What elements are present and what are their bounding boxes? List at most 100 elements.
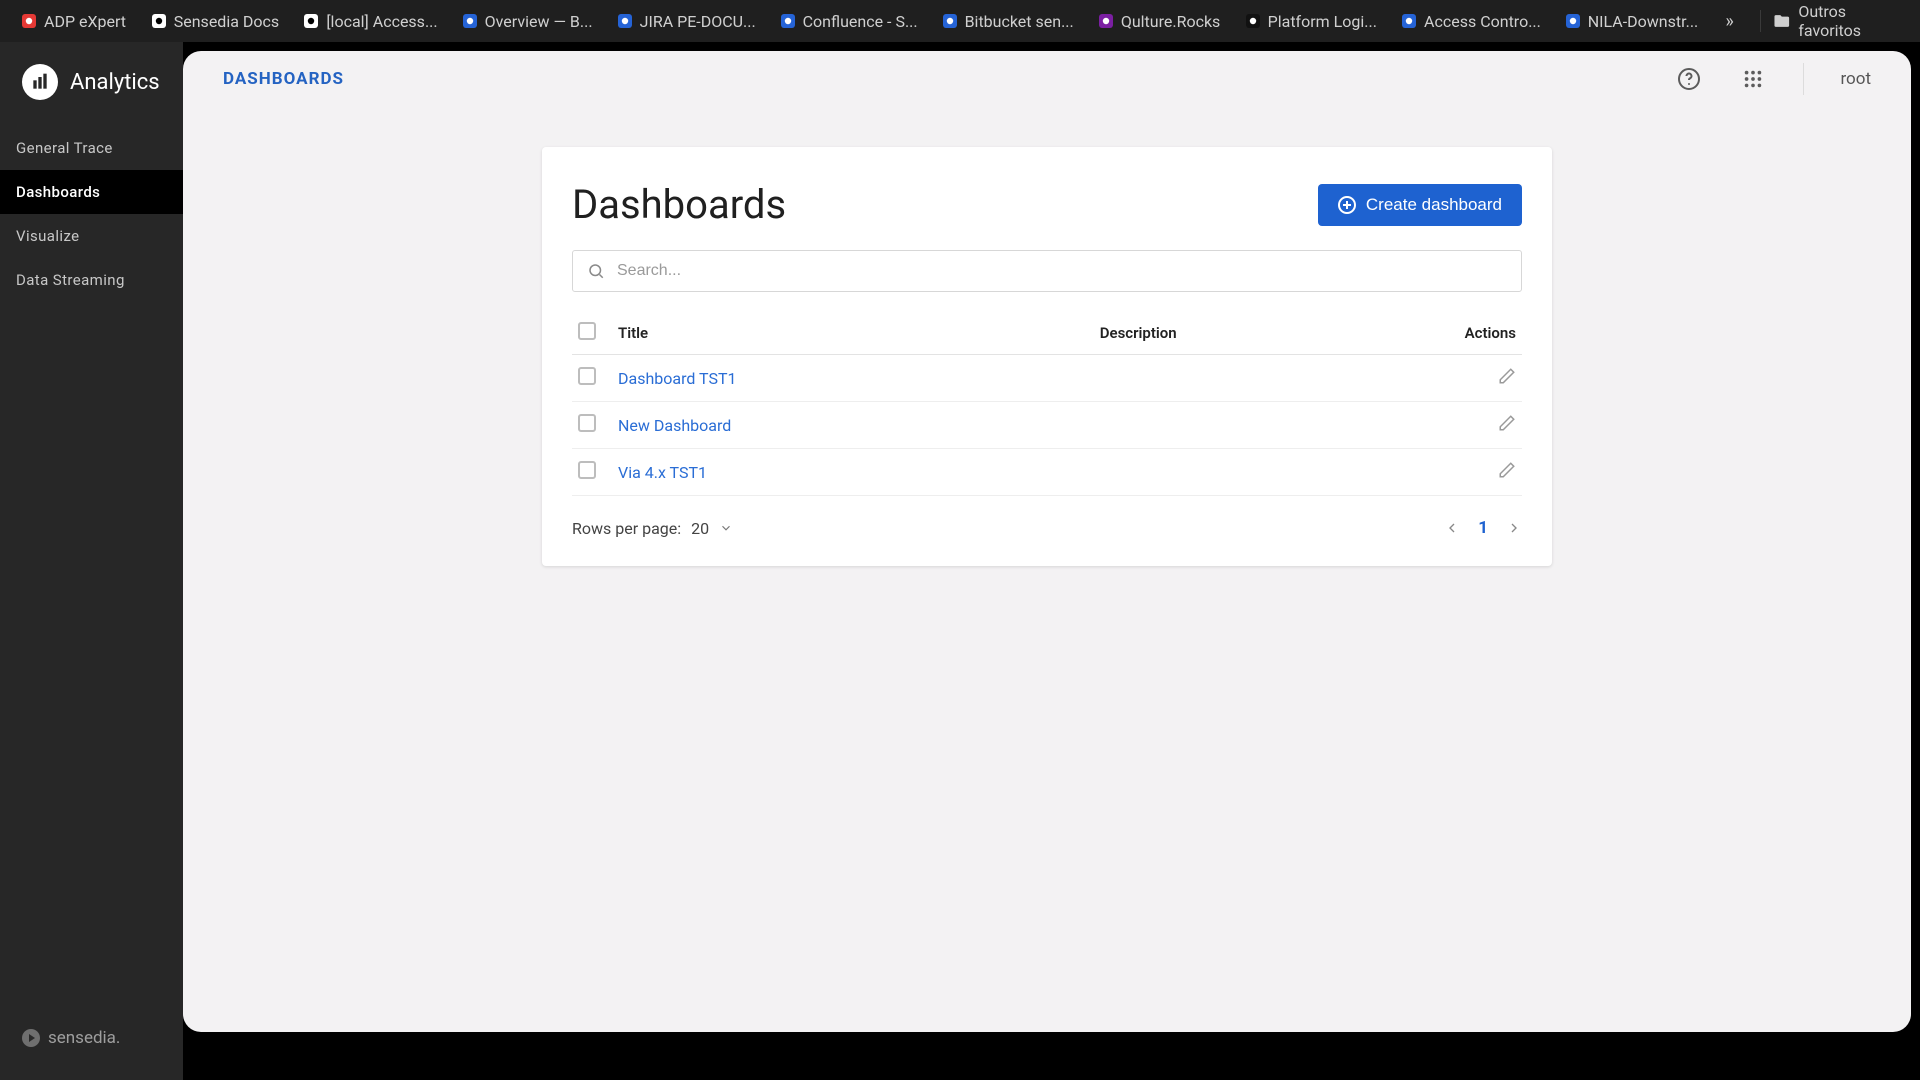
tab-label: JIRA PE-DOCU... (640, 12, 756, 31)
prev-page-button[interactable] (1444, 520, 1460, 536)
browser-tab[interactable]: ADP eXpert (10, 6, 136, 36)
tab-label: [local] Access... (326, 12, 437, 31)
topbar: DASHBOARDS root (183, 51, 1911, 107)
tabs-overflow-button[interactable]: » (1711, 11, 1747, 32)
rows-per-page-label: Rows per page: (572, 519, 681, 538)
tab-favicon-icon (1099, 14, 1113, 28)
rows-per-page-value: 20 (691, 519, 709, 538)
tab-favicon-icon (304, 14, 318, 28)
table-row: New Dashboard (572, 402, 1522, 449)
row-description (1094, 355, 1422, 402)
sidebar: Analytics General TraceDashboardsVisuali… (0, 42, 183, 1080)
search-input[interactable] (617, 262, 1507, 280)
rows-per-page-selector[interactable]: Rows per page: 20 (572, 519, 733, 538)
page-title: Dashboards (572, 181, 786, 228)
apps-grid-icon (1742, 68, 1764, 90)
pagination: 1 (1444, 518, 1522, 538)
browser-tab[interactable]: Qulture.Rocks (1087, 6, 1230, 36)
breadcrumb[interactable]: DASHBOARDS (223, 69, 344, 89)
chevron-right-icon (1506, 520, 1522, 536)
tab-favicon-icon (22, 14, 36, 28)
browser-tab[interactable]: Platform Logi... (1234, 6, 1386, 36)
browser-tab[interactable]: NILA-Downstr... (1554, 6, 1708, 36)
search-field[interactable] (572, 250, 1522, 292)
edit-button[interactable] (1498, 461, 1516, 479)
tab-label: Overview — B... (485, 12, 593, 31)
sidebar-item-visualize[interactable]: Visualize (0, 214, 183, 258)
table-footer: Rows per page: 20 1 (572, 496, 1522, 538)
select-all-checkbox[interactable] (578, 322, 596, 340)
tab-label: Qulture.Rocks (1121, 12, 1220, 31)
dashboards-card: Dashboards Create dashboard (542, 147, 1552, 566)
pencil-icon (1498, 461, 1516, 479)
tab-label: Platform Logi... (1268, 12, 1377, 31)
create-dashboard-button[interactable]: Create dashboard (1318, 184, 1522, 226)
browser-tab[interactable]: Overview — B... (451, 6, 602, 36)
tab-favicon-icon (152, 14, 166, 28)
help-icon (1677, 67, 1701, 91)
topbar-right: root (1675, 63, 1871, 95)
app: Analytics General TraceDashboardsVisuali… (0, 42, 1920, 1080)
tab-favicon-icon (463, 14, 477, 28)
card-header: Dashboards Create dashboard (572, 181, 1522, 228)
tab-favicon-icon (781, 14, 795, 28)
table-header-row: Title Description Actions (572, 312, 1522, 355)
bookmarks-folder-label: Outros favoritos (1798, 2, 1910, 40)
sidebar-item-general-trace[interactable]: General Trace (0, 126, 183, 170)
next-page-button[interactable] (1506, 520, 1522, 536)
browser-tabstrip: ADP eXpert Sensedia Docs [local] Access...… (0, 0, 1920, 42)
tab-label: NILA-Downstr... (1588, 12, 1698, 31)
current-page[interactable]: 1 (1478, 518, 1488, 538)
tab-label: Sensedia Docs (174, 12, 279, 31)
edit-button[interactable] (1498, 414, 1516, 432)
help-button[interactable] (1675, 65, 1703, 93)
column-actions: Actions (1422, 312, 1522, 355)
browser-tab[interactable]: Bitbucket sen... (931, 6, 1083, 36)
browser-tab[interactable]: [local] Access... (292, 6, 446, 36)
pencil-icon (1498, 414, 1516, 432)
row-checkbox[interactable] (578, 367, 596, 385)
dashboard-link[interactable]: Dashboard TST1 (618, 369, 737, 388)
brand[interactable]: Analytics (0, 42, 183, 126)
column-description[interactable]: Description (1094, 312, 1422, 355)
dashboard-link[interactable]: Via 4.x TST1 (618, 463, 707, 482)
tab-label: ADP eXpert (44, 12, 126, 31)
sidebar-footer-label: sensedia. (48, 1028, 120, 1048)
tab-favicon-icon (618, 14, 632, 28)
sidebar-item-dashboards[interactable]: Dashboards (0, 170, 183, 214)
bookmarks-folder[interactable]: Outros favoritos (1773, 2, 1910, 40)
browser-tab[interactable]: Confluence - S... (769, 6, 927, 36)
user-menu[interactable]: root (1840, 69, 1871, 89)
chevron-down-icon (719, 521, 733, 535)
browser-tab[interactable]: Sensedia Docs (140, 6, 289, 36)
tab-favicon-icon (1566, 14, 1580, 28)
column-title[interactable]: Title (612, 312, 1094, 355)
sidebar-item-data-streaming[interactable]: Data Streaming (0, 258, 183, 302)
edit-button[interactable] (1498, 367, 1516, 385)
dashboards-table: Title Description Actions Dashboard TST1… (572, 312, 1522, 496)
tab-favicon-icon (943, 14, 957, 28)
tab-label: Confluence - S... (803, 12, 918, 31)
tab-label: Bitbucket sen... (965, 12, 1074, 31)
pencil-icon (1498, 367, 1516, 385)
brand-logo-icon (22, 64, 58, 100)
dashboard-link[interactable]: New Dashboard (618, 416, 731, 435)
apps-button[interactable] (1739, 65, 1767, 93)
folder-icon (1773, 12, 1791, 30)
browser-tab[interactable]: JIRA PE-DOCU... (606, 6, 765, 36)
content-body: Dashboards Create dashboard (183, 107, 1911, 1032)
row-description (1094, 449, 1422, 496)
row-checkbox[interactable] (578, 414, 596, 432)
search-icon (587, 262, 605, 280)
tab-favicon-icon (1402, 14, 1416, 28)
sidebar-nav: General TraceDashboardsVisualizeData Str… (0, 126, 183, 302)
row-checkbox[interactable] (578, 461, 596, 479)
brand-name: Analytics (70, 70, 160, 95)
topbar-separator (1803, 63, 1804, 95)
content-window: DASHBOARDS root Dashboards (183, 51, 1911, 1032)
plus-circle-icon (1338, 196, 1356, 214)
tab-favicon-icon (1246, 14, 1260, 28)
tabstrip-separator (1760, 10, 1761, 32)
sensedia-logo-icon (22, 1029, 40, 1047)
browser-tab[interactable]: Access Contro... (1390, 6, 1550, 36)
